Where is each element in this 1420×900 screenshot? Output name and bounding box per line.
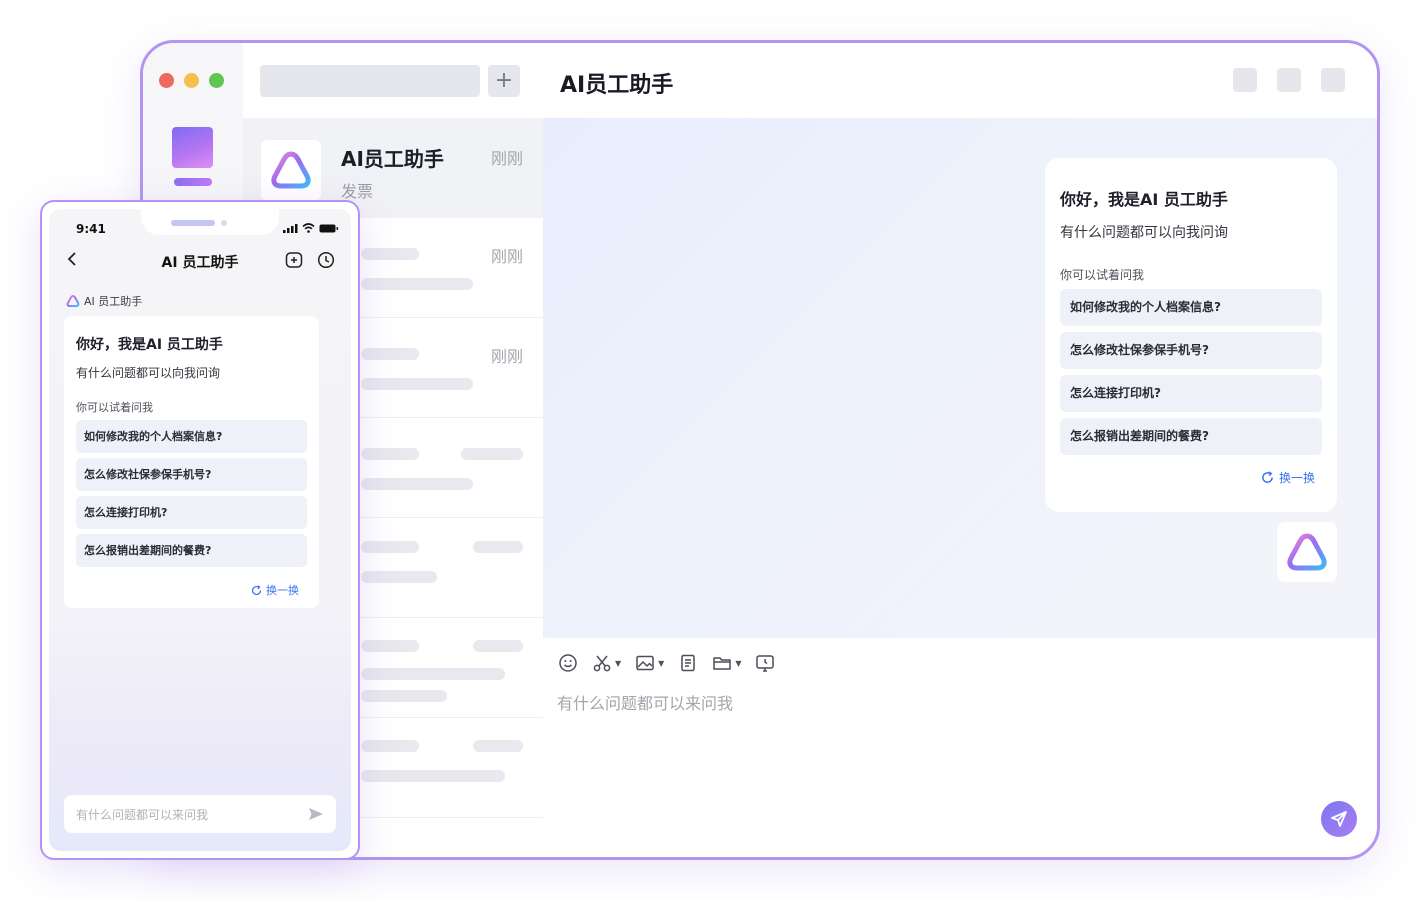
- status-time: 9:41: [76, 222, 106, 236]
- assistant-logo-icon: [66, 295, 80, 307]
- search-input[interactable]: [260, 65, 480, 97]
- emoji-icon[interactable]: [558, 653, 578, 673]
- window-controls: [159, 73, 224, 88]
- placeholder-line: [473, 740, 523, 752]
- assistant-avatar: [261, 140, 321, 200]
- greeting-title: 你好，我是AI 员工助手: [76, 337, 223, 353]
- greeting-subtitle: 有什么问题都可以向我问询: [1060, 225, 1228, 241]
- placeholder-line: [461, 448, 523, 460]
- screen-record-icon[interactable]: [755, 653, 775, 673]
- message-composer: ▼ ▼ ▼ 有什么问题都可以来问我: [543, 638, 1377, 857]
- suggestion-item[interactable]: 怎么报销出差期间的餐费?: [76, 534, 307, 567]
- suggestion-item[interactable]: 怎么修改社保参保手机号?: [76, 458, 307, 491]
- new-chat-icon[interactable]: [285, 251, 303, 273]
- new-chat-button[interactable]: +: [488, 65, 520, 97]
- send-icon[interactable]: [308, 806, 324, 825]
- chat-messages: 你好，我是AI 员工助手 有什么问题都可以向我问询 你可以试着问我 如何修改我的…: [543, 118, 1377, 638]
- refresh-suggestions-button[interactable]: 换一换: [1261, 469, 1315, 486]
- placeholder-line: [473, 640, 523, 652]
- phone-title: AI 员工助手: [161, 255, 239, 271]
- history-icon[interactable]: [317, 251, 335, 273]
- image-icon[interactable]: ▼: [635, 653, 664, 673]
- placeholder-line: [361, 348, 419, 360]
- message-input[interactable]: 有什么问题都可以来问我: [557, 690, 733, 714]
- battery-icon: [319, 224, 339, 232]
- wifi-icon: [302, 223, 315, 233]
- placeholder-line: [361, 740, 419, 752]
- refresh-icon: [251, 584, 262, 595]
- scissors-icon[interactable]: ▼: [592, 653, 621, 673]
- suggestion-item[interactable]: 怎么连接打印机?: [1060, 375, 1322, 412]
- header-action-3-icon[interactable]: [1321, 68, 1345, 92]
- phone-screen: 9:41 AI 员工助手 AI 员工助手 你好，我是AI 员工助手 有什么问题都…: [49, 209, 351, 851]
- placeholder-line: [361, 690, 447, 702]
- close-dot-icon[interactable]: [159, 73, 174, 88]
- placeholder-line: [361, 448, 419, 460]
- suggestion-item[interactable]: 如何修改我的个人档案信息?: [1060, 289, 1322, 326]
- rail-indicator: [174, 178, 212, 186]
- placeholder-line: [473, 541, 523, 553]
- assistant-logo-icon: [271, 151, 311, 189]
- chat-title: AI员工助手: [560, 73, 674, 98]
- document-icon[interactable]: [678, 653, 698, 673]
- header-action-1-icon[interactable]: [1233, 68, 1257, 92]
- placeholder-line: [361, 770, 505, 782]
- app-logo-icon[interactable]: [172, 127, 213, 168]
- send-button[interactable]: [1321, 801, 1357, 837]
- notch-camera: [221, 220, 227, 226]
- suggestion-item[interactable]: 怎么连接打印机?: [76, 496, 307, 529]
- placeholder-line: [361, 278, 473, 290]
- greeting-subtitle: 有什么问题都可以向我问询: [76, 366, 221, 380]
- assistant-source: AI 员工助手: [66, 293, 142, 309]
- signal-icon: [283, 223, 298, 233]
- phone-frame: 9:41 AI 员工助手 AI 员工助手 你好，我是AI 员工助手 有什么问题都…: [40, 200, 360, 860]
- composer-toolbar: ▼ ▼ ▼: [558, 653, 775, 673]
- refresh-label: 换一换: [266, 584, 299, 597]
- placeholder-line: [361, 378, 473, 390]
- suggestion-item[interactable]: 如何修改我的个人档案信息?: [76, 420, 307, 453]
- assistant-logo-icon: [1287, 533, 1327, 571]
- bot-avatar: [1277, 522, 1337, 582]
- suggestion-item[interactable]: 怎么修改社保参保手机号?: [1060, 332, 1322, 369]
- notch-speaker: [171, 220, 215, 226]
- conversation-time: 刚刚: [490, 247, 523, 266]
- conversation-preview: 发票: [341, 182, 374, 201]
- phone-navbar: AI 员工助手: [49, 247, 351, 277]
- conversation-time: 刚刚: [490, 149, 523, 168]
- refresh-label: 换一换: [1278, 471, 1315, 485]
- phone-message-input[interactable]: 有什么问题都可以来问我: [64, 795, 336, 833]
- status-icons: [283, 223, 339, 233]
- greeting-title: 你好，我是AI 员工助手: [1060, 190, 1228, 209]
- placeholder-line: [361, 248, 419, 260]
- conversation-title: AI员工助手: [341, 147, 444, 171]
- suggestions-label: 你可以试着问我: [76, 401, 153, 414]
- welcome-card: 你好，我是AI 员工助手 有什么问题都可以向我问询 你可以试着问我 如何修改我的…: [1045, 158, 1337, 512]
- chat-header: AI员工助手: [543, 43, 1377, 118]
- maximize-dot-icon[interactable]: [209, 73, 224, 88]
- placeholder-line: [361, 478, 473, 490]
- phone-welcome-card: 你好，我是AI 员工助手 有什么问题都可以向我问询 你可以试着问我 如何修改我的…: [64, 316, 319, 608]
- placeholder-line: [361, 571, 437, 583]
- header-action-2-icon[interactable]: [1277, 68, 1301, 92]
- folder-icon[interactable]: ▼: [712, 653, 741, 673]
- placeholder-line: [361, 541, 419, 553]
- placeholder-line: [361, 640, 419, 652]
- conversation-time: 刚刚: [490, 347, 523, 366]
- minimize-dot-icon[interactable]: [184, 73, 199, 88]
- placeholder-line: [361, 668, 505, 680]
- suggestion-item[interactable]: 怎么报销出差期间的餐费?: [1060, 418, 1322, 455]
- refresh-suggestions-button[interactable]: 换一换: [251, 582, 299, 598]
- send-icon: [1331, 811, 1347, 827]
- suggestions-label: 你可以试着问我: [1060, 268, 1145, 282]
- assistant-source-label: AI 员工助手: [84, 295, 143, 308]
- refresh-icon: [1262, 471, 1273, 483]
- input-placeholder: 有什么问题都可以来问我: [76, 808, 209, 822]
